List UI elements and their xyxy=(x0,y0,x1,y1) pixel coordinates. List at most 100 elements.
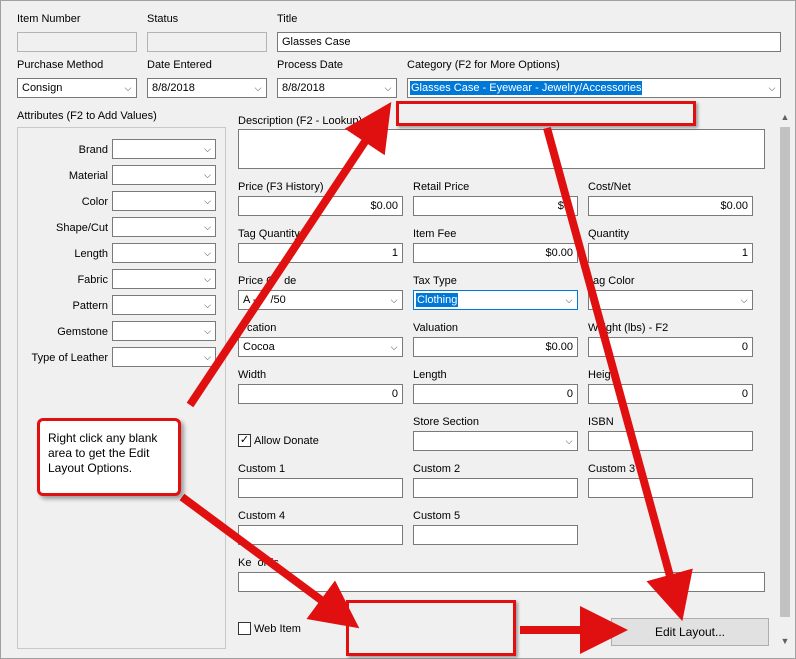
custom4-input[interactable] xyxy=(238,525,403,545)
tag-quantity-input[interactable]: 1 xyxy=(238,243,403,263)
valuation-label: Valuation xyxy=(413,322,459,334)
tag-color-label: ag Color xyxy=(593,275,635,287)
width-input[interactable]: 0 xyxy=(238,384,403,404)
custom3-input[interactable] xyxy=(588,478,753,498)
category-select[interactable]: Glasses Case - Eyewear - Jewelry/Accesso… xyxy=(407,78,781,98)
category-value: Glasses Case - Eyewear - Jewelry/Accesso… xyxy=(410,81,643,95)
chevron-down-icon: ⌵ xyxy=(390,295,398,305)
chevron-down-icon: ⌵ xyxy=(204,222,211,232)
attr-material-select[interactable]: ⌵ xyxy=(112,165,216,185)
price-input[interactable]: $0.00 xyxy=(238,196,403,216)
width-label: Width xyxy=(238,369,267,381)
attr-length-select[interactable]: ⌵ xyxy=(112,243,216,263)
height-input[interactable]: 0 xyxy=(588,384,753,404)
weight-label-start: W xyxy=(588,322,599,334)
attr-leather-select[interactable]: ⌵ xyxy=(112,347,216,367)
edit-layout-button[interactable]: Edit Layout... xyxy=(611,618,769,646)
item-number-label: Item Number xyxy=(17,13,81,25)
description-label: Description (F2 - Lookup) xyxy=(238,115,363,127)
scroll-down-icon[interactable]: ▼ xyxy=(777,633,793,649)
chevron-down-icon: ⌵ xyxy=(204,352,211,362)
checkmark-icon: ✓ xyxy=(239,434,250,446)
price-code-select[interactable]: A - /50 ⌵ xyxy=(238,290,403,310)
store-section-label: Store Section xyxy=(413,416,480,428)
attr-color-select[interactable]: ⌵ xyxy=(112,191,216,211)
keywords-input[interactable] xyxy=(238,572,765,592)
chevron-down-icon: ⌵ xyxy=(204,144,211,154)
attributes-panel: Brand ⌵ Material ⌵ Color ⌵ Shape/Cut ⌵ L… xyxy=(17,127,226,649)
quantity-input[interactable]: 1 xyxy=(588,243,753,263)
custom3-label: Custom 3 xyxy=(588,463,636,475)
date-entered-picker[interactable]: 8/8/2018 ⌵ xyxy=(147,78,267,98)
custom1-input[interactable] xyxy=(238,478,403,498)
process-date-label: Process Date xyxy=(277,59,344,71)
keywords-label-end: ords xyxy=(257,557,279,569)
quantity-label: Quantity xyxy=(588,228,629,240)
attr-label-gemstone: Gemstone xyxy=(57,326,108,338)
tax-type-label: Tax Type xyxy=(413,275,457,287)
date-entered-label: Date Entered xyxy=(147,59,212,71)
height-label: Heig xyxy=(588,369,611,381)
allow-donate-checkbox[interactable]: ✓ xyxy=(238,434,251,447)
chevron-down-icon: ⌵ xyxy=(740,295,748,305)
price-code-label-end: de xyxy=(284,275,297,287)
chevron-down-icon: ⌵ xyxy=(390,342,398,352)
title-input[interactable]: Glasses Case xyxy=(277,32,781,52)
store-section-select[interactable]: ⌵ xyxy=(413,431,578,451)
length-input[interactable]: 0 xyxy=(413,384,578,404)
date-entered-value: 8/8/2018 xyxy=(152,82,195,94)
price-code-value-start: A - xyxy=(243,294,257,306)
custom1-label: Custom 1 xyxy=(238,463,286,475)
purchase-method-select[interactable]: Consign ⌵ xyxy=(17,78,137,98)
tag-color-select[interactable]: ⌵ xyxy=(588,290,753,310)
attr-pattern-select[interactable]: ⌵ xyxy=(112,295,216,315)
tax-type-select[interactable]: Clothing ⌵ xyxy=(413,290,578,310)
attr-brand-select[interactable]: ⌵ xyxy=(112,139,216,159)
weight-label: Wight (lbs) - F2 xyxy=(588,322,668,334)
keywords-label: Ke ords xyxy=(238,557,279,569)
attr-label-color: Color xyxy=(81,196,108,208)
item-fee-input[interactable]: $0.00 xyxy=(413,243,578,263)
scroll-thumb[interactable] xyxy=(780,127,790,617)
purchase-method-label: Purchase Method xyxy=(17,59,104,71)
process-date-picker[interactable]: 8/8/2018 ⌵ xyxy=(277,78,397,98)
tag-quantity-label: Tag Quantity xyxy=(238,228,300,240)
isbn-input[interactable] xyxy=(588,431,753,451)
location-select[interactable]: Cocoa ⌵ xyxy=(238,337,403,357)
chevron-down-icon: ⌵ xyxy=(565,436,573,446)
retail-price-input[interactable]: $0. xyxy=(413,196,578,216)
web-item-checkbox[interactable] xyxy=(238,622,251,635)
purchase-method-value: Consign xyxy=(22,82,63,94)
chevron-down-icon: ⌵ xyxy=(204,300,211,310)
keywords-label-start: Ke xyxy=(238,557,252,569)
scroll-up-icon[interactable]: ▲ xyxy=(777,109,793,125)
item-fee-label: Item Fee xyxy=(413,228,457,240)
attr-fabric-select[interactable]: ⌵ xyxy=(112,269,216,289)
status-label: Status xyxy=(147,13,179,25)
attr-gemstone-select[interactable]: ⌵ xyxy=(112,321,216,341)
chevron-down-icon: ⌵ xyxy=(204,248,211,258)
status-field xyxy=(147,32,267,52)
custom4-label: Custom 4 xyxy=(238,510,286,522)
chevron-down-icon: ⌵ xyxy=(565,295,573,305)
annotation-callout: Right click any blank area to get the Ed… xyxy=(37,418,181,496)
valuation-input[interactable]: $0.00 xyxy=(413,337,578,357)
retail-price-label: Retail Price xyxy=(413,181,470,193)
vertical-scrollbar[interactable]: ▲ ▼ xyxy=(777,109,793,649)
attr-label-leather: Type of Leather xyxy=(31,352,108,364)
web-item-label: Web Item xyxy=(254,623,301,635)
cost-net-input[interactable]: $0.00 xyxy=(588,196,753,216)
custom5-input[interactable] xyxy=(413,525,578,545)
chevron-down-icon: ⌵ xyxy=(768,83,776,93)
attributes-label: Attributes (F2 to Add Values) xyxy=(17,110,157,122)
category-label: Category (F2 for More Options) xyxy=(407,59,560,71)
attr-label-pattern: Pattern xyxy=(72,300,108,312)
custom5-label: Custom 5 xyxy=(413,510,461,522)
description-input[interactable] xyxy=(238,129,765,169)
attr-label-fabric: Fabric xyxy=(77,274,108,286)
price-label: Price (F3 History) xyxy=(238,181,324,193)
weight-input[interactable]: 0 xyxy=(588,337,753,357)
attr-shape-select[interactable]: ⌵ xyxy=(112,217,216,237)
annotation-highlight-box-description xyxy=(396,101,696,126)
custom2-input[interactable] xyxy=(413,478,578,498)
